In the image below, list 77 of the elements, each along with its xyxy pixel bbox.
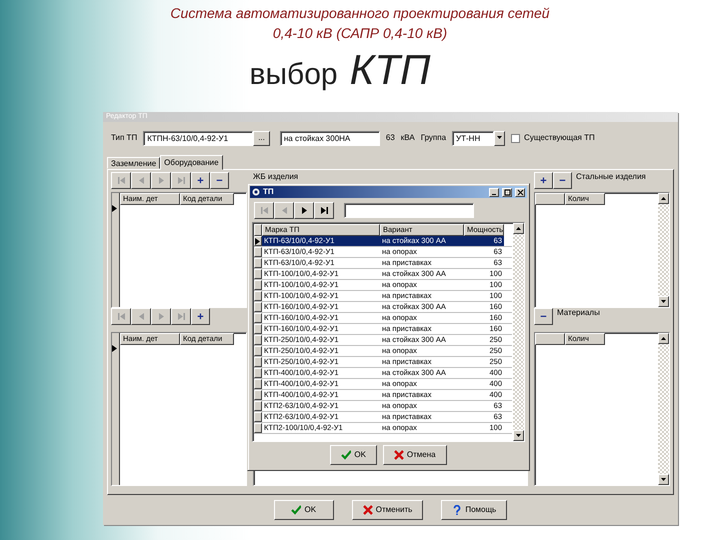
down-arrow-icon [516, 434, 521, 437]
dialog-button[interactable]: Помощь [441, 500, 508, 520]
next-record-icon [300, 206, 308, 214]
scroll-down-button[interactable] [658, 474, 669, 485]
dialog-button[interactable]: Отменить [352, 500, 424, 520]
check-icon [341, 450, 352, 460]
window-control-button[interactable] [489, 188, 499, 196]
app-icon [252, 188, 260, 196]
tab[interactable]: Оборудование [160, 155, 223, 170]
section-label: Материалы [557, 308, 600, 318]
dialog-title: ТП [263, 187, 275, 197]
dropdown-arrow-icon [497, 136, 502, 139]
section-label: Стальные изделия [576, 172, 646, 182]
row-indicator-icon [255, 238, 260, 244]
question-mark-icon [452, 505, 462, 515]
cross-icon [362, 505, 373, 515]
last-record-icon [178, 177, 184, 184]
next-record-icon [158, 313, 164, 320]
close-icon [516, 188, 524, 196]
row-indicator-icon [112, 205, 117, 212]
slide-heading: выбор [250, 58, 338, 92]
first-record-icon [118, 177, 124, 184]
search-field[interactable] [344, 202, 474, 218]
action-button[interactable]: + [191, 172, 210, 189]
scroll-down-button[interactable] [658, 296, 669, 307]
first-record-icon [260, 206, 268, 214]
window-control-button[interactable] [515, 188, 525, 196]
maximize-icon [504, 188, 510, 196]
up-arrow-icon [661, 197, 666, 200]
last-record-icon [320, 206, 328, 214]
previous-record-icon [280, 206, 288, 214]
action-button[interactable]: − [553, 172, 572, 189]
scroll-up-button[interactable] [658, 333, 669, 344]
browse-button[interactable]: ... [253, 130, 270, 146]
slide-title: 0,4-10 кВ (САПР 0,4-10 кВ) [272, 24, 448, 43]
dialog-button[interactable]: OK [274, 500, 334, 520]
check-icon [291, 505, 302, 515]
variant-field[interactable]: на стойках 300НА [280, 130, 380, 146]
existing-checkbox[interactable] [511, 134, 520, 142]
row-indicator-icon [112, 345, 117, 352]
last-record-icon [178, 313, 184, 320]
down-arrow-icon [661, 478, 666, 481]
previous-record-icon [138, 177, 144, 184]
up-arrow-icon [516, 227, 521, 230]
dialog-button[interactable]: Отмена [382, 445, 447, 465]
window-control-button[interactable] [502, 188, 512, 196]
action-button[interactable]: + [191, 308, 210, 325]
slide-heading-accent: КТП [350, 49, 430, 91]
action-button[interactable]: + [534, 172, 553, 189]
scroll-up-button[interactable] [658, 193, 669, 204]
action-button[interactable]: − [210, 172, 229, 189]
section-label: ЖБ изделия [253, 172, 298, 182]
scroll-down-button[interactable] [513, 430, 524, 441]
row-selector[interactable] [254, 236, 262, 246]
power-value: 63 [386, 133, 395, 143]
group-label: Группа [420, 133, 446, 143]
scrollbar[interactable] [658, 193, 669, 307]
cross-icon [394, 450, 404, 460]
dialog-button[interactable]: OK [330, 445, 377, 465]
type-label: Тип ТП [111, 133, 138, 143]
scrollbar[interactable] [513, 223, 524, 441]
unit-label: кВА [400, 133, 415, 143]
first-record-icon [118, 313, 124, 320]
previous-record-icon [138, 313, 144, 320]
tab[interactable]: Заземление [107, 157, 160, 169]
down-arrow-icon [661, 300, 666, 303]
navigation-button[interactable] [294, 202, 314, 218]
scrollbar[interactable] [658, 333, 669, 485]
existing-label: Существующая ТП [524, 133, 595, 143]
slide-title: Система автоматизированного проектирования сетей [169, 4, 551, 23]
navigation-button[interactable] [314, 202, 334, 218]
type-field[interactable]: КТПН-63/10/0,4-92-У1 [143, 130, 254, 146]
group-select[interactable]: УТ-НН [452, 130, 494, 146]
up-arrow-icon [661, 337, 666, 340]
next-record-icon [158, 177, 164, 184]
action-button[interactable]: − [534, 308, 553, 325]
scroll-up-button[interactable] [513, 223, 524, 234]
